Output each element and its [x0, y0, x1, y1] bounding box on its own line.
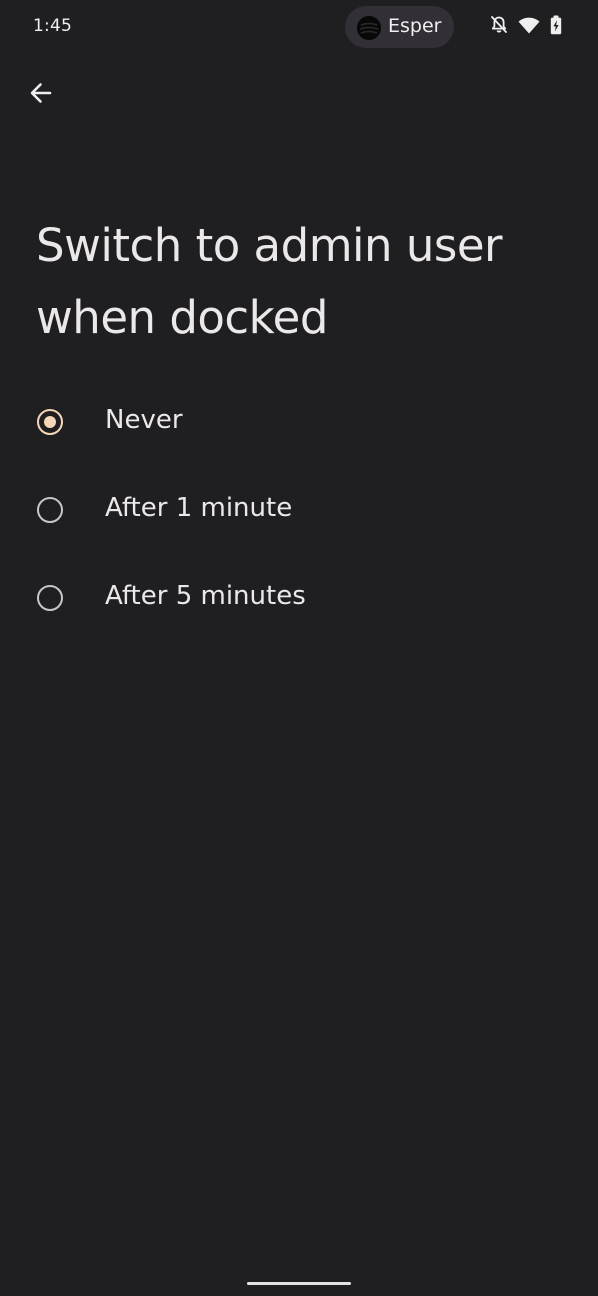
- radio-group: Never After 1 minute After 5 minutes: [0, 380, 598, 644]
- status-bar: 1:45 Esper: [0, 0, 598, 54]
- app-pill[interactable]: Esper: [345, 6, 454, 48]
- page-title: Switch to admin user when docked: [36, 219, 503, 344]
- notifications-off-icon: [490, 15, 508, 39]
- option-never[interactable]: Never: [0, 380, 598, 468]
- radio-button[interactable]: [37, 585, 63, 611]
- battery-charging-icon: [550, 15, 562, 39]
- radio-dot: [43, 415, 56, 428]
- option-label: Never: [105, 405, 183, 435]
- radio-button[interactable]: [37, 497, 63, 523]
- status-icons: [490, 15, 562, 39]
- status-time: 1:45: [33, 16, 72, 36]
- option-label: After 5 minutes: [105, 581, 306, 611]
- home-indicator[interactable]: [247, 1282, 351, 1285]
- radio-button-selected[interactable]: [37, 409, 63, 435]
- back-button[interactable]: [20, 74, 62, 116]
- app-pill-label: Esper: [388, 15, 442, 37]
- arrow-back-icon: [28, 80, 54, 110]
- wifi-icon: [518, 17, 540, 38]
- option-after-1-minute[interactable]: After 1 minute: [0, 468, 598, 556]
- option-after-5-minutes[interactable]: After 5 minutes: [0, 556, 598, 644]
- option-label: After 1 minute: [105, 493, 293, 523]
- esper-logo-icon: [357, 16, 381, 40]
